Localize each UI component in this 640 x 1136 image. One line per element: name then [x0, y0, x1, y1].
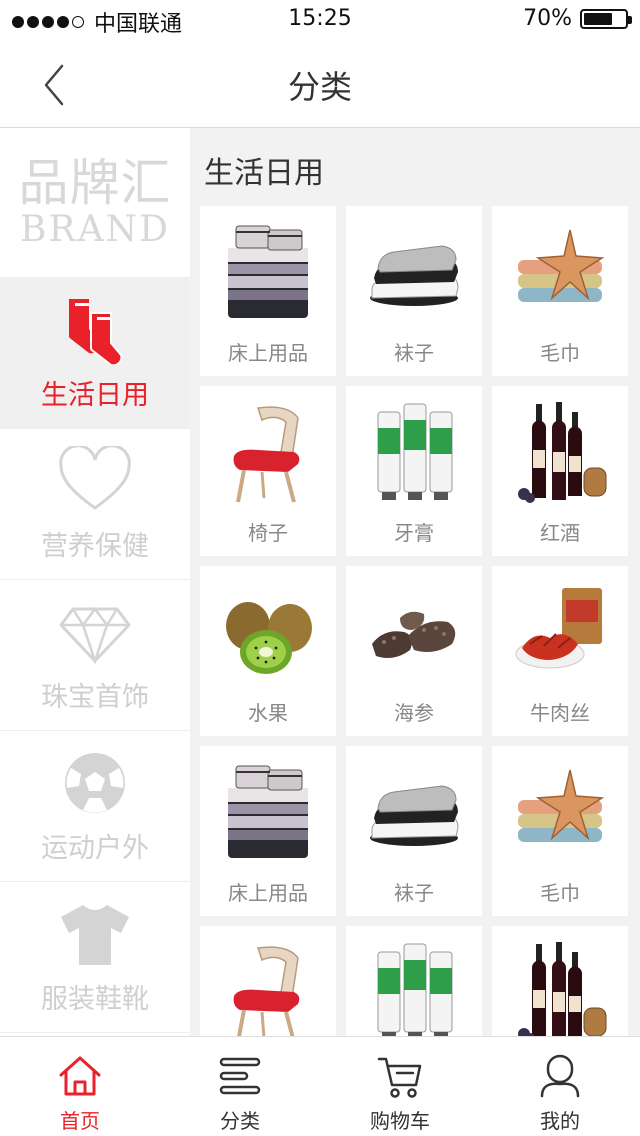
- heart-icon: [59, 445, 131, 510]
- brand-title-cn: 品牌汇: [18, 153, 172, 212]
- product-card[interactable]: 红酒: [492, 386, 628, 556]
- sidebar-item-daily-use[interactable]: 生活日用: [0, 278, 190, 429]
- cart-icon: [377, 1057, 422, 1098]
- socks-image: [364, 218, 464, 328]
- category-icon: [219, 1057, 261, 1095]
- product-label: 袜子: [394, 881, 434, 905]
- sidebar-item-sports[interactable]: 运动户外: [0, 731, 190, 882]
- battery-icon: [580, 8, 632, 29]
- product-label: 毛巾: [540, 881, 580, 905]
- chair-image: [218, 938, 318, 1036]
- product-card[interactable]: 床上用品: [200, 206, 336, 376]
- soccer-ball-icon: [65, 752, 125, 813]
- sea-cucumber-image: [364, 578, 464, 688]
- product-card[interactable]: 毛巾: [492, 746, 628, 916]
- tshirt-icon: [61, 904, 129, 965]
- category-sidebar: 品牌汇 BRAND 生活日用 营养保健 珠宝首饰 运动户外 服装鞋靴: [0, 128, 190, 1036]
- tab-home[interactable]: 首页: [0, 1037, 160, 1136]
- product-card[interactable]: 床上用品: [200, 746, 336, 916]
- brand-title-en: BRAND: [20, 208, 170, 250]
- socks-icon: [68, 298, 123, 365]
- sidebar-item-label: 生活日用: [41, 379, 149, 411]
- sidebar-item-label: 珠宝首饰: [41, 681, 149, 713]
- product-card[interactable]: 牙膏: [346, 386, 482, 556]
- product-card[interactable]: 椅子: [200, 386, 336, 556]
- sidebar-item-label: 服装鞋靴: [41, 983, 149, 1015]
- product-label: 红酒: [540, 521, 580, 545]
- product-grid: 床上用品 袜子 毛巾 椅子 牙膏 红酒 水果 海参 牛肉丝 床上用品 袜子 毛巾: [200, 206, 636, 1036]
- product-card[interactable]: [200, 926, 336, 1036]
- product-label: 床上用品: [228, 881, 308, 905]
- bottom-tab-bar: 首页 分类 购物车 我的: [0, 1036, 640, 1136]
- towel-image: [510, 758, 610, 868]
- product-label: 水果: [248, 701, 288, 725]
- sidebar-item-nutrition[interactable]: 营养保健: [0, 429, 190, 580]
- kiwi-image: [218, 578, 318, 688]
- bedding-image: [218, 218, 318, 328]
- towel-image: [510, 218, 610, 328]
- socks-image: [364, 758, 464, 868]
- product-label: 椅子: [248, 521, 288, 545]
- product-card[interactable]: 毛巾: [492, 206, 628, 376]
- tab-label: 我的: [540, 1109, 580, 1133]
- product-card[interactable]: 袜子: [346, 206, 482, 376]
- home-icon: [59, 1056, 101, 1096]
- tab-profile[interactable]: 我的: [480, 1037, 640, 1136]
- toothpaste-image: [364, 398, 464, 508]
- sidebar-item-jewelry[interactable]: 珠宝首饰: [0, 580, 190, 731]
- wine-image: [510, 398, 610, 508]
- product-card[interactable]: [492, 926, 628, 1036]
- tab-category[interactable]: 分类: [160, 1037, 320, 1136]
- tab-label: 分类: [220, 1109, 260, 1133]
- battery-percent: 70%: [523, 6, 572, 31]
- wine-image: [510, 938, 610, 1036]
- tab-cart[interactable]: 购物车: [320, 1037, 480, 1136]
- product-card[interactable]: 水果: [200, 566, 336, 736]
- sidebar-item-label: 运动户外: [41, 832, 149, 864]
- tab-label: 购物车: [370, 1109, 430, 1133]
- diamond-icon: [59, 606, 131, 665]
- product-label: 海参: [394, 701, 434, 725]
- sidebar-item-label: 营养保健: [41, 530, 149, 562]
- bedding-image: [218, 758, 318, 868]
- sidebar-item-apparel[interactable]: 服装鞋靴: [0, 882, 190, 1033]
- user-icon: [540, 1054, 580, 1098]
- battery-status: 70%: [523, 6, 632, 31]
- product-label: 床上用品: [228, 341, 308, 365]
- page-title: 分类: [287, 68, 352, 106]
- product-label: 袜子: [394, 341, 434, 365]
- product-label: 毛巾: [540, 341, 580, 365]
- product-label: 牛肉丝: [530, 701, 590, 725]
- product-card[interactable]: 海参: [346, 566, 482, 736]
- beef-jerky-image: [510, 578, 610, 688]
- chair-image: [218, 398, 318, 508]
- product-card[interactable]: 袜子: [346, 746, 482, 916]
- section-title: 生活日用: [204, 156, 324, 191]
- status-bar: 中国联通 15:25 70%: [0, 0, 640, 40]
- toothpaste-image: [364, 938, 464, 1036]
- category-content: 生活日用 床上用品 袜子 毛巾 椅子 牙膏 红酒 水果 海参 牛肉丝 床上用品 袜子 毛巾: [190, 128, 640, 1036]
- sidebar-brand[interactable]: 品牌汇 BRAND: [0, 128, 190, 278]
- product-card[interactable]: [346, 926, 482, 1036]
- product-label: 牙膏: [394, 521, 434, 545]
- tab-label: 首页: [60, 1109, 100, 1133]
- navigation-bar: 分类: [0, 40, 640, 128]
- product-card[interactable]: 牛肉丝: [492, 566, 628, 736]
